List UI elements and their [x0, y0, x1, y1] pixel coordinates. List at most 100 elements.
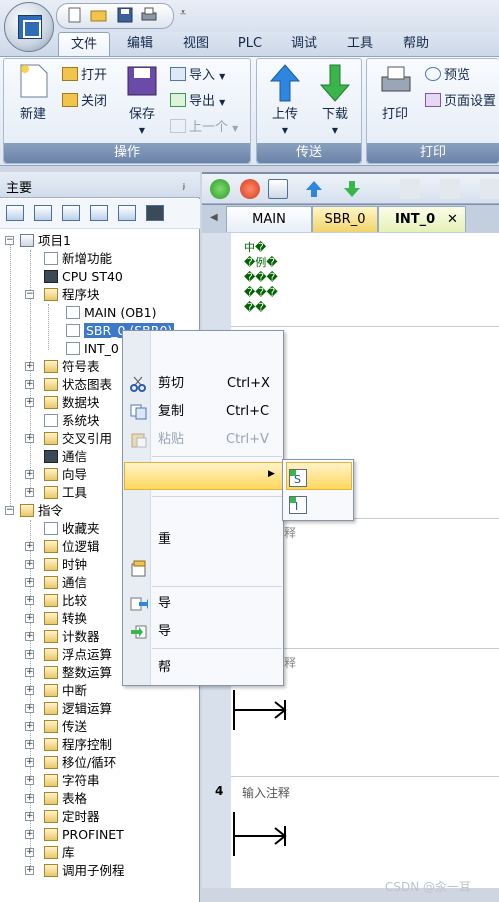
save-icon[interactable] — [114, 4, 136, 26]
close-tab-icon[interactable]: ✕ — [447, 207, 458, 233]
expander-bit-logic[interactable]: + — [25, 542, 34, 551]
stop-icon[interactable] — [240, 179, 260, 199]
upload-small-icon[interactable] — [304, 179, 324, 199]
tree-item-cross-ref[interactable]: 交叉引用 — [44, 430, 112, 448]
tree-item-bit-logic[interactable]: 位逻辑 — [44, 538, 100, 556]
expander-program-ctrl[interactable]: + — [25, 740, 34, 749]
run-icon[interactable] — [210, 179, 230, 199]
tree-item-transfer[interactable]: 传送 — [44, 718, 87, 736]
tree-item-float-math[interactable]: 浮点运算 — [44, 646, 112, 664]
view-icon-1[interactable] — [6, 205, 24, 221]
expander-project[interactable]: − — [5, 236, 14, 245]
expander-symbol-table[interactable]: + — [25, 362, 34, 371]
tree-item-library[interactable]: 库 — [44, 844, 75, 862]
expander-int-math[interactable]: + — [25, 668, 34, 677]
expander-instructions[interactable]: − — [5, 506, 14, 515]
tree-item-main[interactable]: MAIN (OB1) — [66, 304, 156, 322]
expander-interrupt[interactable]: + — [25, 686, 34, 695]
tree-item-profinet[interactable]: PROFINET — [44, 826, 124, 844]
view-icon-4[interactable] — [90, 205, 108, 221]
expander-transfer[interactable]: + — [25, 722, 34, 731]
new-file-icon[interactable] — [64, 4, 86, 26]
expander-logic-ops[interactable]: + — [25, 704, 34, 713]
download-small-icon[interactable] — [342, 179, 362, 199]
tree-item-cpu[interactable]: CPU ST40 — [44, 268, 123, 286]
open-folder-icon[interactable] — [88, 4, 110, 26]
expander-program-block[interactable]: − — [25, 290, 34, 299]
tree-item-status-chart[interactable]: 状态图表 — [44, 376, 112, 394]
expander-string[interactable]: + — [25, 776, 34, 785]
tree-item-timer[interactable]: 定时器 — [44, 808, 100, 826]
tree-item-interrupt[interactable]: 中断 — [44, 682, 87, 700]
tree-item-clock[interactable]: 时钟 — [44, 556, 87, 574]
menu-item-paste[interactable]: 粘贴 — [158, 428, 184, 452]
save-button[interactable]: 保存 ▼ — [122, 63, 162, 135]
expander-profinet[interactable]: + — [25, 830, 34, 839]
expander-data-block[interactable]: + — [25, 398, 34, 407]
print-icon[interactable] — [138, 4, 160, 26]
menu-item-import[interactable]: 导 — [158, 620, 171, 644]
tree-item-comm[interactable]: 通信 — [44, 448, 87, 466]
tree-item-counter[interactable]: 计数器 — [44, 628, 100, 646]
expander-counter[interactable]: + — [25, 632, 34, 641]
coil-symbol[interactable] — [235, 698, 289, 725]
tree-item-wizard[interactable]: 向导 — [44, 466, 87, 484]
expander-status-chart[interactable]: + — [25, 380, 34, 389]
delete-network-icon[interactable] — [440, 179, 460, 199]
menu-item-export[interactable]: 导 — [158, 592, 171, 616]
tree-item-instructions[interactable]: 指令 — [20, 502, 63, 520]
tab-edit[interactable]: 编辑 — [116, 32, 164, 56]
tree-item-project[interactable]: 项目1 — [20, 232, 71, 250]
tab-scroll-left-icon[interactable]: ◀ — [210, 212, 218, 223]
tree-item-system-block[interactable]: 系统块 — [44, 412, 100, 430]
menu-item-copy[interactable]: 复制 — [158, 400, 184, 424]
menu-item-rename[interactable]: 重 — [158, 528, 171, 552]
tab-view[interactable]: 视图 — [172, 32, 220, 56]
tree-item-data-block[interactable]: 数据块 — [44, 394, 100, 412]
tree-item-compare[interactable]: 比较 — [44, 592, 87, 610]
view-icon-2[interactable] — [34, 205, 52, 221]
tree-item-int-math[interactable]: 整数运算 — [44, 664, 112, 682]
insert-network-icon[interactable] — [400, 179, 420, 199]
compile-icon[interactable] — [268, 179, 288, 199]
tab-debug[interactable]: 调试 — [280, 32, 328, 56]
expander-clock[interactable]: + — [25, 560, 34, 569]
expander-cross-ref[interactable]: + — [25, 434, 34, 443]
coil-symbol[interactable] — [235, 824, 289, 851]
expander-compare[interactable]: + — [25, 596, 34, 605]
tree-item-program-block[interactable]: 程序块 — [44, 286, 100, 304]
page-setup-button[interactable]: 页面设置 — [425, 91, 496, 113]
view-icon-3[interactable] — [62, 205, 80, 221]
menu-item-cut[interactable]: 剪切 — [158, 372, 184, 396]
tab-help[interactable]: 帮助 — [392, 32, 440, 56]
expander-call-subroutine[interactable]: + — [25, 866, 34, 875]
quick-access-customize-icon[interactable]: ⩡ — [180, 6, 186, 20]
tree-item-convert[interactable]: 转换 — [44, 610, 87, 628]
tree-item-table[interactable]: 表格 — [44, 790, 87, 808]
previous-button[interactable]: 上一个 ▼ — [170, 117, 238, 139]
tree-item-new-features[interactable]: 新增功能 — [44, 250, 112, 268]
tree-item-string[interactable]: 字符串 — [44, 772, 100, 790]
network-comment[interactable]: 输入注释 — [242, 784, 290, 801]
tree-item-favorites[interactable]: 收藏夹 — [44, 520, 100, 538]
download-button[interactable]: 下载 ▼ — [313, 63, 357, 135]
pin-icon[interactable]: ⱼ — [183, 178, 185, 191]
toolbar-more-icon[interactable] — [480, 179, 499, 199]
expander-wizard[interactable]: + — [25, 470, 34, 479]
tree-item-shift-rotate[interactable]: 移位/循环 — [44, 754, 116, 772]
export-button[interactable]: 导出 ▼ — [170, 91, 225, 113]
menu-item-help[interactable]: 帮 — [158, 656, 171, 680]
import-button[interactable]: 导入 ▼ — [170, 65, 225, 87]
tree-item-symbol-table[interactable]: 符号表 — [44, 358, 100, 376]
editor-tab-int[interactable]: INT_0 ✕ — [378, 206, 466, 232]
new-button[interactable]: 新建 — [10, 63, 56, 122]
tree-item-logic-ops[interactable]: 逻辑运算 — [44, 700, 112, 718]
view-icon-5[interactable] — [118, 205, 136, 221]
editor-tab-sbr[interactable]: SBR_0 — [312, 206, 378, 232]
expander-library[interactable]: + — [25, 848, 34, 857]
editor-tab-main[interactable]: MAIN — [226, 206, 312, 232]
expander-convert[interactable]: + — [25, 614, 34, 623]
monitor-icon[interactable] — [146, 205, 164, 221]
upload-button[interactable]: 上传 ▼ — [263, 63, 307, 135]
preview-button[interactable]: 预览 — [425, 65, 470, 87]
